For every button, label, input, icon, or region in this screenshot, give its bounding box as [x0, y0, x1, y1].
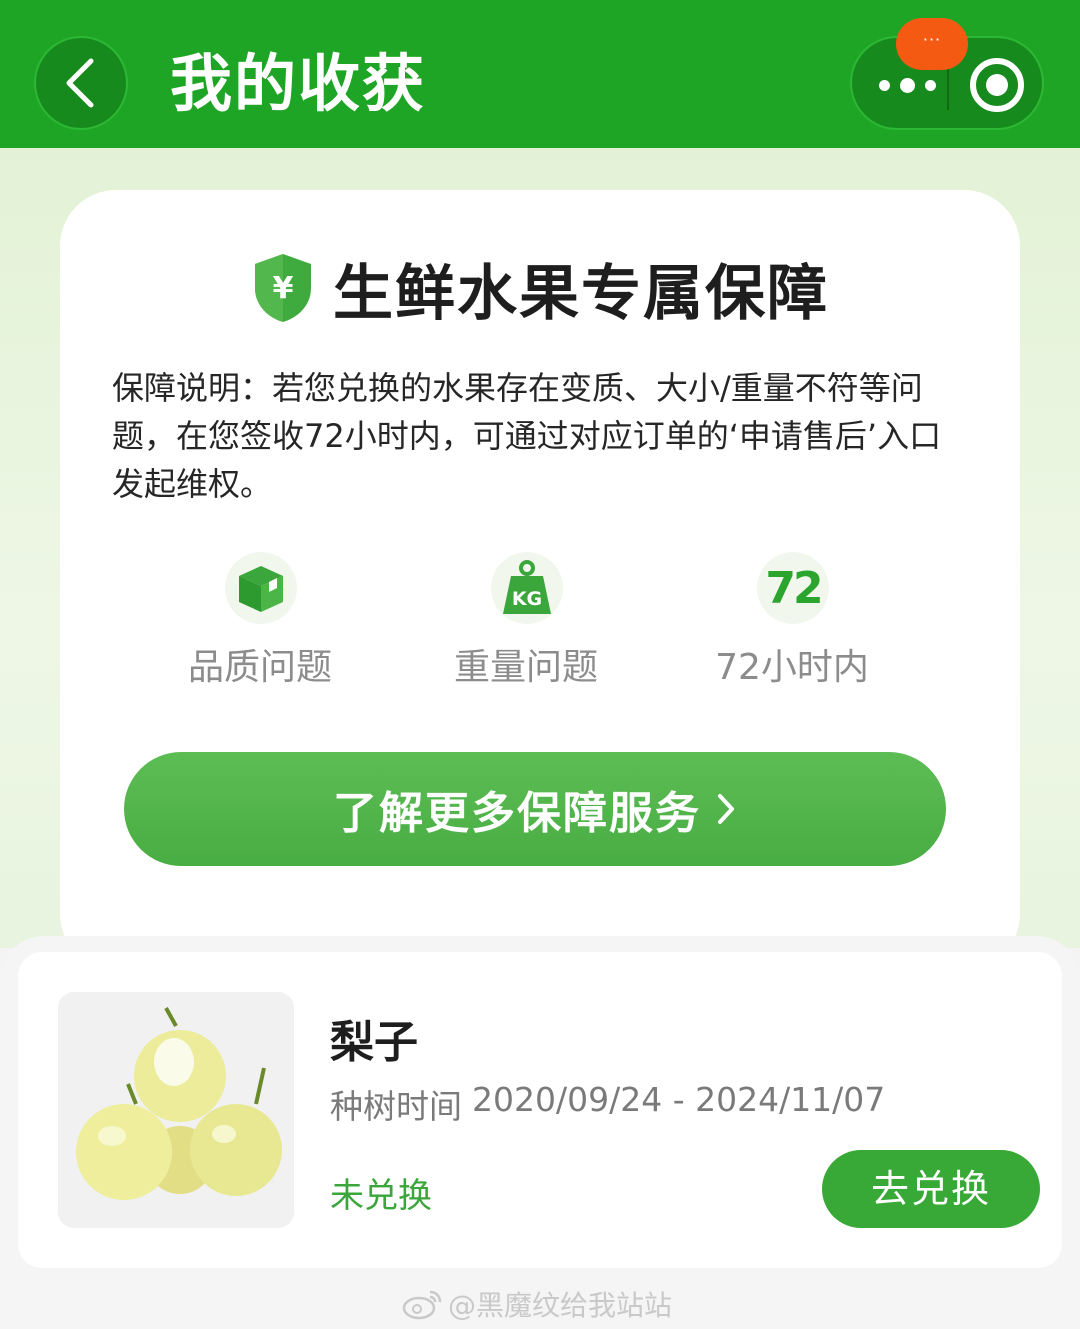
- notification-badge: ···: [896, 18, 968, 70]
- weight-icon-text: KG: [512, 588, 542, 610]
- more-guarantee-label: 了解更多保障服务: [333, 788, 701, 839]
- chevron-left-icon: [66, 58, 94, 108]
- more-guarantee-button[interactable]: 了解更多保障服务: [124, 752, 946, 866]
- nav-header: 我的收获 ···: [0, 0, 1080, 148]
- shield-symbol: ¥: [273, 271, 294, 306]
- guarantee-card: ¥ 生鲜水果专属保障 保障说明：若您兑换的水果存在变质、大小/重量不符等问题，在…: [60, 190, 1020, 970]
- redeem-status: 未兑换: [330, 1176, 432, 1216]
- weight-kg-icon: KG: [503, 560, 551, 614]
- weibo-icon: [402, 1290, 442, 1320]
- guarantee-description: 保障说明：若您兑换的水果存在变质、大小/重量不符等问题，在您签收72小时内，可通…: [112, 369, 942, 503]
- guarantee-title-row: ¥ 生鲜水果专属保障: [60, 248, 1020, 329]
- number-72-icon: 72: [765, 562, 823, 614]
- target-circle-icon[interactable]: [970, 58, 1024, 112]
- watermark: @黑魔纹给我站站: [402, 1284, 672, 1324]
- pear-image: [58, 992, 294, 1228]
- feature-label: 重量问题: [453, 647, 598, 688]
- plant-time-range: 2020/09/24 - 2024/11/07: [472, 1080, 886, 1119]
- feature-quality: 品质问题: [130, 552, 390, 692]
- feature-72h: 72 72小时内: [662, 552, 922, 692]
- feature-label: 品质问题: [187, 647, 332, 688]
- box-icon: [239, 566, 283, 612]
- plant-time-label: 种树时间: [330, 1087, 462, 1126]
- harvest-item-card[interactable]: 梨子 种树时间 2020/09/24 - 2024/11/07 未兑换 去兑换: [18, 952, 1062, 1268]
- guarantee-title: 生鲜水果专属保障: [333, 258, 829, 329]
- watermark-text: @黑魔纹给我站站: [448, 1289, 673, 1322]
- feature-weight: KG 重量问题: [396, 552, 656, 692]
- feature-label: 72小时内: [715, 647, 869, 688]
- redeem-button[interactable]: 去兑换: [822, 1150, 1040, 1228]
- feature-list: 品质问题 KG 重量问题 72 72小时内: [130, 552, 930, 692]
- pear-illustration: [58, 992, 294, 1228]
- shield-icon: ¥: [255, 254, 311, 322]
- back-button[interactable]: [34, 36, 128, 130]
- chevron-right-icon: [718, 794, 734, 824]
- plant-time: 种树时间 2020/09/24 - 2024/11/07: [330, 1080, 885, 1128]
- more-dots-icon[interactable]: [870, 68, 944, 102]
- product-name: 梨子: [330, 1017, 418, 1068]
- page-title: 我的收获: [170, 47, 427, 120]
